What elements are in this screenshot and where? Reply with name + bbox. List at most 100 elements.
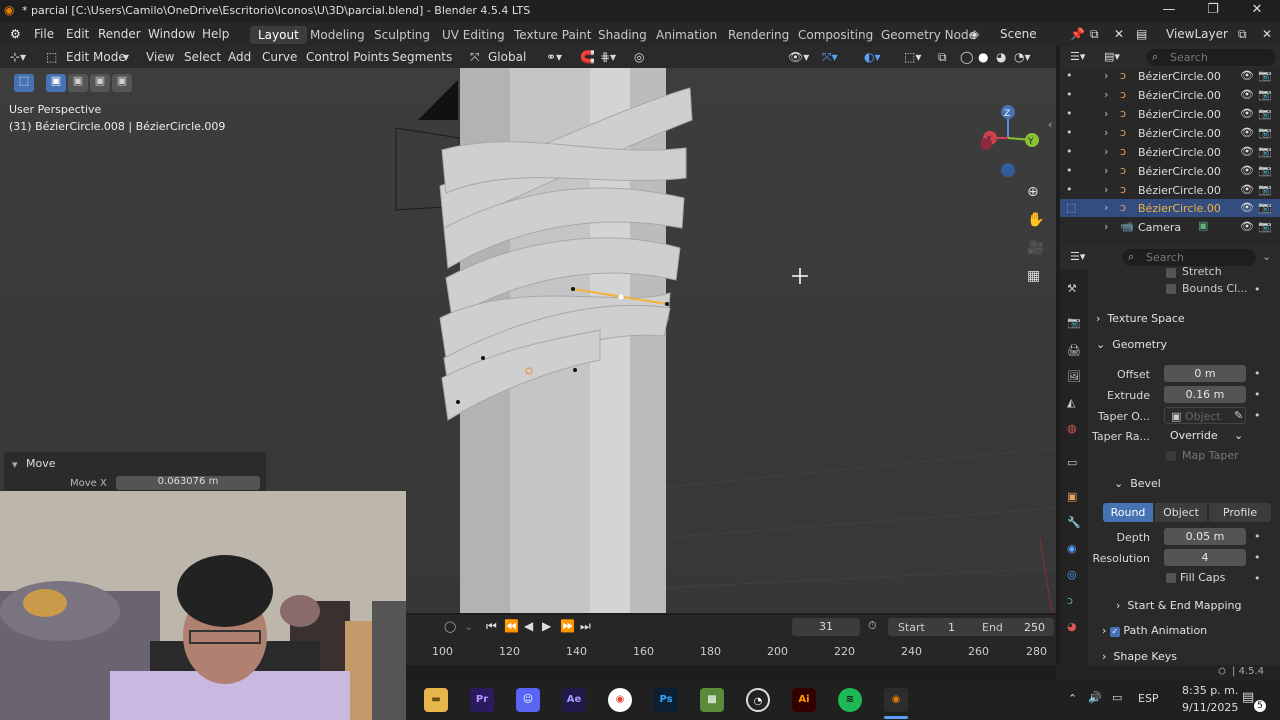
render-camera-icon[interactable]: 📷 [1258, 145, 1272, 158]
expand-arrow-icon[interactable]: › [1104, 220, 1108, 233]
blender-taskbar-icon[interactable]: ◉ [884, 688, 908, 712]
menu-control-points[interactable]: Control Points [306, 50, 389, 64]
tool-tab-icon[interactable]: ⚒ [1067, 282, 1077, 295]
menu-edit[interactable]: Edit [66, 27, 89, 41]
scene-name[interactable]: Scene [1000, 27, 1037, 41]
collection-tab-icon[interactable]: ▭ [1067, 456, 1077, 469]
eye-icon[interactable]: 👁 [1240, 220, 1254, 233]
eye-icon[interactable]: 👁 [1240, 126, 1254, 139]
expand-arrow-icon[interactable]: › [1104, 145, 1108, 158]
expand-arrow-icon[interactable]: › [1104, 88, 1108, 101]
camera-view-icon[interactable]: 🎥 [1027, 240, 1044, 256]
bevel-profile-button[interactable]: Profile [1209, 503, 1271, 522]
outliner-row[interactable]: • › ↄ BézierCircle.00 👁 📷 [1060, 162, 1280, 180]
menu-select[interactable]: Select [184, 50, 221, 64]
jump-end-icon[interactable]: ⏭ [580, 619, 591, 634]
output-tab-icon[interactable]: 🖨 [1067, 344, 1081, 357]
keyframe-dot-icon[interactable]: • [1254, 572, 1261, 585]
new-view-layer-icon[interactable]: ⧉ [1238, 27, 1247, 42]
tab-compositing[interactable]: Compositing [790, 26, 881, 44]
fill-caps-checkbox[interactable] [1166, 573, 1176, 583]
bounds-clamp-row[interactable]: Bounds Cl... • [1094, 280, 1274, 300]
mode-selector[interactable]: Edit Mode [66, 50, 126, 64]
proportional-edit-icon[interactable]: ◎ [634, 50, 644, 64]
control-point[interactable] [573, 368, 577, 372]
render-camera-icon[interactable]: 📷 [1258, 69, 1272, 82]
expand-arrow-icon[interactable]: › [1104, 201, 1108, 214]
ortho-toggle-icon[interactable]: ▦ [1027, 268, 1040, 284]
play-reverse-icon[interactable]: ◀ [524, 619, 533, 633]
eye-icon[interactable]: 👁 [1240, 183, 1254, 196]
discord-icon[interactable]: ☺ [516, 688, 540, 712]
menu-view[interactable]: View [146, 50, 174, 64]
eye-icon[interactable]: 👁 [1240, 201, 1254, 214]
render-camera-icon[interactable]: 📷 [1258, 126, 1272, 139]
mesh-edit-overlays-icon[interactable]: ⬚▾ [904, 50, 921, 64]
editor-type-icon[interactable]: ⊹▾ [10, 50, 26, 64]
tab-uv-editing[interactable]: UV Editing [434, 26, 513, 44]
menu-add[interactable]: Add [228, 50, 251, 64]
move-x-field[interactable]: 0.063076 m [116, 476, 260, 490]
outliner-row[interactable]: • › ↄ BézierCircle.00 👁 📷 [1060, 67, 1280, 85]
bevel-round-button[interactable]: Round [1103, 503, 1153, 522]
maximize-button[interactable]: ❐ [1198, 2, 1228, 20]
timeline[interactable]: ◯ ⌄ ⏮ ⏪ ◀ ▶ ⏩ ⏭ 31 ⏱ Start 1 End 250 100… [406, 615, 1056, 665]
bevel-panel[interactable]: ⌄ Bevel [1114, 477, 1161, 490]
material-shading-icon[interactable]: ◕ [996, 50, 1006, 64]
geometry-panel[interactable]: ⌄ Geometry [1096, 338, 1167, 351]
scene-icon[interactable]: ◈ [970, 27, 979, 41]
current-frame-field[interactable]: 31 [792, 618, 860, 636]
pin-icon[interactable]: 📌 [1070, 27, 1085, 41]
render-camera-icon[interactable]: 📷 [1258, 201, 1272, 214]
rendered-shading-icon[interactable]: ◔▾ [1014, 50, 1031, 64]
delete-view-layer-icon[interactable]: ✕ [1262, 27, 1272, 41]
active-control-point[interactable] [618, 294, 624, 300]
shape-keys-panel[interactable]: › Shape Keys [1102, 650, 1177, 663]
keyframe-toggle-icon[interactable]: ◯ [444, 620, 456, 633]
keyframe-dot-icon[interactable]: • [1254, 283, 1261, 296]
minecraft-icon[interactable]: ▩ [700, 688, 724, 712]
snap-icon[interactable]: 🧲 [580, 50, 595, 64]
edit-mode-icon[interactable]: ⬚ [1066, 201, 1076, 214]
navigation-gizmo[interactable]: Z Y X [978, 104, 1044, 184]
modifier-tab-icon[interactable]: 🔧 [1067, 516, 1081, 529]
display-mode-icon[interactable]: ▤▾ [1104, 50, 1120, 63]
after-effects-icon[interactable]: Ae [562, 688, 586, 712]
tab-geometry-nodes[interactable]: Geometry Node [873, 26, 984, 44]
options-icon[interactable]: ⌄ [1262, 250, 1271, 263]
render-camera-icon[interactable]: 📷 [1258, 107, 1272, 120]
control-point[interactable] [456, 400, 460, 404]
expand-arrow-icon[interactable]: › [1104, 183, 1108, 196]
obs-icon[interactable]: ◔ [746, 688, 770, 712]
bounds-clamp-checkbox[interactable] [1166, 284, 1176, 294]
outliner-search-input[interactable]: ⌕ Search [1146, 49, 1276, 66]
render-camera-icon[interactable]: 📷 [1258, 220, 1272, 233]
expand-arrow-icon[interactable]: › [1104, 126, 1108, 139]
taper-radius-row[interactable]: Taper Ra... Override ⌄ [1092, 426, 1274, 446]
bevel-object-button[interactable]: Object [1155, 503, 1207, 522]
render-camera-icon[interactable]: 📷 [1258, 88, 1272, 101]
render-tab-icon[interactable]: 📷 [1067, 316, 1081, 329]
prev-keyframe-icon[interactable]: ⏪ [504, 619, 519, 633]
control-point[interactable] [571, 287, 575, 291]
path-animation-checkbox[interactable]: ✓ [1109, 627, 1120, 637]
keyframe-dot-icon[interactable]: • [1254, 551, 1261, 564]
close-button[interactable]: ✕ [1242, 2, 1272, 20]
material-tab-icon[interactable]: ◕ [1067, 620, 1077, 633]
clock-date[interactable]: 9/11/2025 [1182, 701, 1238, 714]
eye-icon[interactable]: 👁 [1240, 107, 1254, 120]
outliner-row[interactable]: • › ↄ BézierCircle.00 👁 📷 [1060, 124, 1280, 142]
tab-modeling[interactable]: Modeling [302, 26, 373, 44]
path-animation-panel[interactable]: › ✓ Path Animation [1102, 624, 1207, 637]
extrude-row[interactable]: Extrude 0.16 m • [1094, 385, 1274, 405]
offset-row[interactable]: Offset 0 m • [1094, 364, 1274, 384]
premiere-icon[interactable]: Pr [470, 688, 494, 712]
taper-radius-dropdown[interactable]: Override ⌄ [1164, 427, 1246, 444]
wireframe-shading-icon[interactable]: ◯ [960, 50, 973, 64]
snap-target-icon[interactable]: ⋕▾ [600, 50, 616, 64]
tab-rendering[interactable]: Rendering [720, 26, 797, 44]
map-taper-checkbox[interactable] [1166, 451, 1176, 461]
chevron-up-icon[interactable]: ⌃ [1068, 692, 1077, 705]
illustrator-icon[interactable]: Ai [792, 688, 816, 712]
outliner-row[interactable]: › 📹 Camera ▣ 👁 📷 [1060, 218, 1280, 236]
